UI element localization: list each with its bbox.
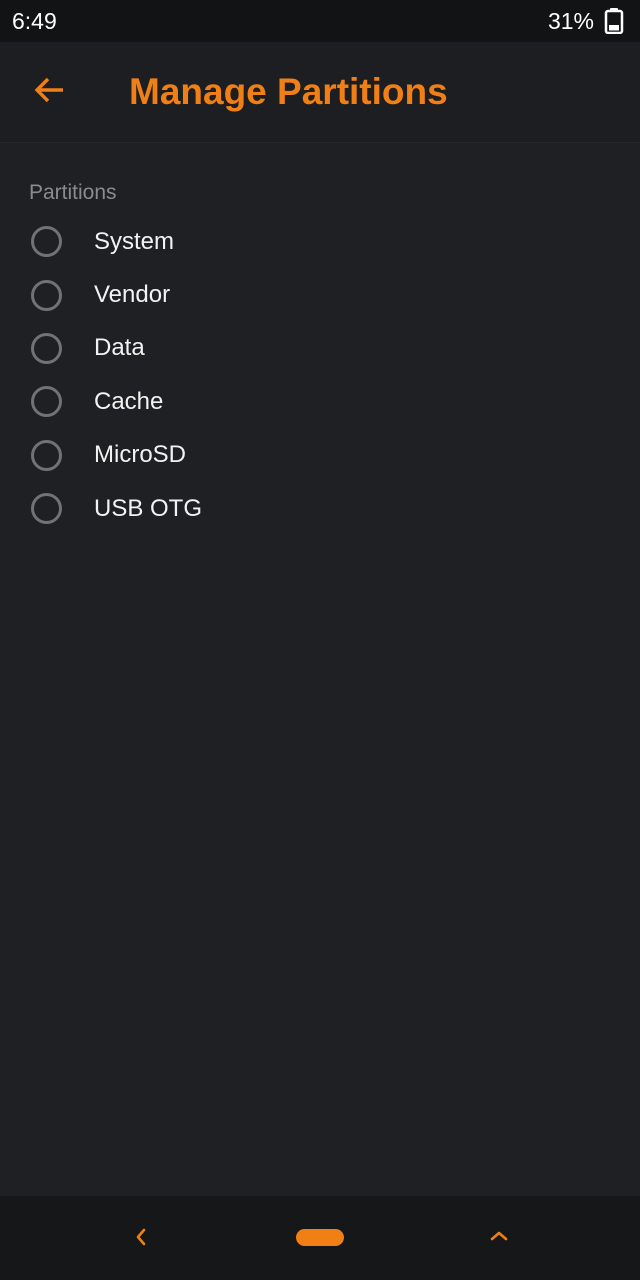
radio-button[interactable]: [31, 439, 62, 471]
chevron-left-icon: [134, 1227, 148, 1252]
chevron-up-icon: [489, 1229, 509, 1248]
status-time: 6:49: [12, 8, 57, 34]
option-label: MicroSD: [94, 441, 187, 469]
partition-options: System Vendor Data Cache MicroSD USB OTG: [0, 215, 640, 535]
nav-recents-button[interactable]: [484, 1223, 514, 1253]
radio-button[interactable]: [31, 226, 62, 258]
back-button[interactable]: [24, 70, 74, 114]
option-system[interactable]: System: [0, 215, 640, 268]
nav-back-button[interactable]: [126, 1224, 156, 1254]
status-bar: 6:49 31%: [0, 0, 640, 42]
navigation-bar: [0, 1196, 640, 1280]
option-label: Vendor: [94, 281, 171, 309]
battery-icon: [604, 8, 624, 35]
radio-button[interactable]: [31, 386, 62, 418]
screen: 6:49 31% Manage Partitions Partitions Sy…: [0, 0, 640, 1280]
app-bar: Manage Partitions: [0, 42, 640, 143]
radio-button[interactable]: [31, 493, 62, 525]
option-label: USB OTG: [94, 494, 203, 522]
section-header-partitions: Partitions: [29, 181, 117, 204]
radio-button[interactable]: [31, 332, 62, 364]
option-label: Cache: [94, 387, 164, 415]
battery-percent: 31%: [547, 8, 594, 34]
radio-button[interactable]: [31, 279, 62, 311]
option-label: Data: [94, 334, 145, 362]
status-right: 31%: [547, 8, 624, 35]
option-cache[interactable]: Cache: [0, 375, 640, 428]
option-usb-otg[interactable]: USB OTG: [0, 482, 640, 535]
option-vendor[interactable]: Vendor: [0, 268, 640, 321]
page-title: Manage Partitions: [129, 71, 448, 112]
option-microsd[interactable]: MicroSD: [0, 429, 640, 482]
nav-home-button[interactable]: [296, 1229, 344, 1246]
option-label: System: [94, 227, 175, 255]
option-data[interactable]: Data: [0, 322, 640, 375]
arrow-left-icon: [33, 76, 65, 109]
